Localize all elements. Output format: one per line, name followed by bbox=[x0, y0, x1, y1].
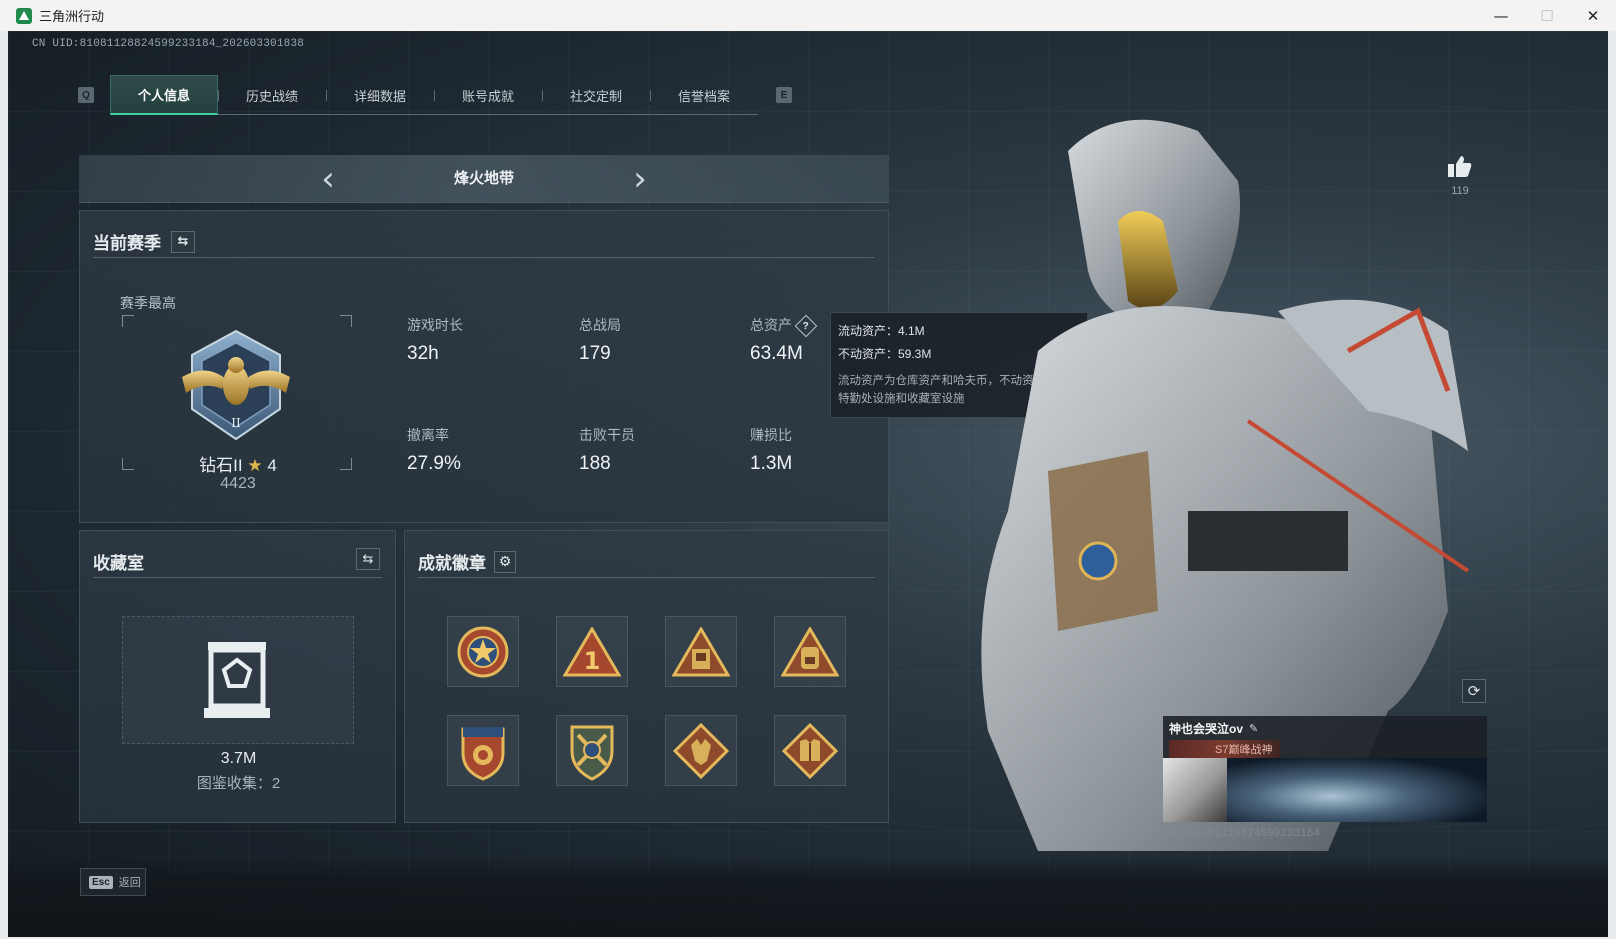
player-uid: 编号8108112882459923318​4 bbox=[1166, 828, 1321, 840]
divider bbox=[418, 577, 875, 578]
stat-value: 63.4M bbox=[750, 343, 803, 364]
rank-name-row: 钻石II ★ 4 bbox=[140, 451, 336, 476]
collection-room-panel: 收藏室 ⇆ 3.7M 图鉴收集：2 bbox=[79, 530, 396, 823]
e-key-hint[interactable]: E bbox=[776, 87, 792, 103]
collection-swap-icon[interactable]: ⇆ bbox=[356, 548, 380, 570]
tab-achievements[interactable]: 账号成就 bbox=[434, 75, 542, 115]
svg-text:1: 1 bbox=[584, 647, 601, 675]
svg-text:II: II bbox=[231, 416, 241, 430]
stat-value: 32h bbox=[407, 343, 439, 364]
stat-operators-defeated: 击败干员 188 bbox=[579, 425, 635, 475]
season-best-label: 赛季最高 bbox=[120, 295, 176, 311]
maximize-button[interactable]: ☐ bbox=[1524, 0, 1570, 31]
divider bbox=[93, 577, 382, 578]
window-titlebar: 三角洲行动 — ☐ ✕ bbox=[0, 0, 1616, 31]
stat-value: 1.3M bbox=[750, 453, 793, 474]
close-button[interactable]: ✕ bbox=[1570, 0, 1616, 31]
player-card[interactable]: 神也会哭泣ov ✎ S7巅峰战神 bbox=[1163, 716, 1487, 822]
help-icon[interactable]: ? bbox=[794, 314, 818, 338]
tab-bar: Q 个人信息 历史战绩 详细数据 账号成就 社交定制 信誉档案 E bbox=[78, 75, 792, 115]
badge-vault-icon[interactable] bbox=[665, 616, 737, 687]
collection-value: 3.7M bbox=[220, 750, 257, 767]
like-count: 119 bbox=[1451, 185, 1469, 197]
rank-star-icon: ★ bbox=[247, 456, 263, 475]
stat-play-time: 游戏时长 32h bbox=[407, 315, 463, 365]
rank-star-count: 4 bbox=[267, 456, 277, 475]
badge-backpack-icon[interactable] bbox=[774, 616, 846, 687]
current-season-panel: 当前赛季 ⇆ 赛季最高 II 钻石II ★ 4 4423 游戏时长 32h 总战… bbox=[79, 210, 889, 523]
next-mode-button[interactable]: › bbox=[625, 155, 655, 203]
window-controls: — ☐ ✕ bbox=[1478, 0, 1616, 31]
stat-label-row: 总资产? bbox=[750, 314, 818, 338]
badges-title-row: 成就徽章 ⚙ bbox=[418, 549, 516, 574]
stat-profit-loss-ratio: 赚损比 1.3M bbox=[750, 425, 792, 475]
badge-vest-icon[interactable] bbox=[774, 715, 846, 786]
refresh-icon[interactable]: ⟳ bbox=[1462, 679, 1486, 703]
badges-title: 成就徽章 bbox=[418, 554, 486, 573]
badge-rank-one-icon[interactable]: 1 bbox=[556, 616, 628, 687]
player-name-row: 神也会哭泣ov ✎ bbox=[1169, 720, 1481, 737]
season-title-row: 当前赛季 ⇆ bbox=[93, 229, 195, 254]
back-button[interactable]: Esc 返回 bbox=[80, 868, 146, 896]
tab-reputation[interactable]: 信誉档案 bbox=[650, 75, 758, 115]
rank-score: 4423 bbox=[220, 475, 256, 492]
season-title: 当前赛季 bbox=[93, 234, 161, 253]
stat-label: 游戏时长 bbox=[407, 317, 463, 333]
player-title-badge: S7巅峰战神 bbox=[1169, 740, 1281, 758]
mode-selector: ‹ 烽火地带 › bbox=[79, 155, 889, 203]
tab-strip: 个人信息 历史战绩 详细数据 账号成就 社交定制 信誉档案 bbox=[110, 75, 758, 115]
like-widget[interactable]: 119 bbox=[1440, 154, 1480, 197]
stat-total-assets: 总资产? 63.4M bbox=[750, 314, 818, 365]
stat-label: 击败干员 bbox=[579, 427, 635, 443]
diamond-rank-emblem-icon: II bbox=[182, 329, 290, 441]
achievement-badges-panel: 成就徽章 ⚙ 1 bbox=[404, 530, 889, 823]
minimize-button[interactable]: — bbox=[1478, 0, 1524, 31]
tab-detailed-data[interactable]: 详细数据 bbox=[326, 75, 434, 115]
player-card-images bbox=[1163, 758, 1487, 822]
stat-value: 27.9% bbox=[407, 453, 461, 474]
stat-label: 赚损比 bbox=[750, 427, 792, 443]
bottom-bar bbox=[8, 857, 1608, 937]
uid-label: CN UID:8108112882459923318​4_20260330183… bbox=[32, 38, 305, 50]
back-label: 返回 bbox=[118, 877, 141, 889]
badge-stars-shield-icon[interactable] bbox=[447, 715, 519, 786]
season-swap-icon[interactable]: ⇆ bbox=[171, 230, 195, 253]
tab-history[interactable]: 历史战绩 bbox=[218, 75, 326, 115]
stat-label: 撤离率 bbox=[407, 427, 449, 443]
avatar[interactable] bbox=[1163, 758, 1227, 822]
tab-personal-info[interactable]: 个人信息 bbox=[110, 75, 218, 115]
thumbs-up-icon[interactable] bbox=[1447, 154, 1473, 178]
tab-social[interactable]: 社交定制 bbox=[542, 75, 650, 115]
app-logo-icon bbox=[16, 7, 32, 24]
gear-icon[interactable]: ⚙ bbox=[494, 550, 516, 573]
stat-total-matches: 总战局 179 bbox=[579, 315, 621, 365]
q-key-hint[interactable]: Q bbox=[78, 87, 94, 103]
stat-label: 总资产 bbox=[750, 317, 792, 333]
stat-value: 179 bbox=[579, 343, 611, 364]
badge-crossed-shield-icon[interactable] bbox=[556, 715, 628, 786]
badge-star-medal-icon[interactable] bbox=[447, 616, 519, 687]
badge-wolf-icon[interactable] bbox=[665, 715, 737, 786]
edit-pencil-icon[interactable]: ✎ bbox=[1249, 722, 1258, 735]
player-name: 神也会哭泣ov bbox=[1169, 722, 1244, 736]
divider bbox=[93, 257, 875, 258]
esc-key-hint: Esc bbox=[89, 875, 113, 889]
prev-mode-button[interactable]: ‹ bbox=[313, 155, 343, 203]
collection-count: 图鉴收集：2 bbox=[196, 775, 281, 792]
display-case-icon bbox=[204, 642, 270, 718]
collection-title: 收藏室 bbox=[93, 554, 144, 573]
game-viewport: CN UID:8108112882459923318​4_20260330183… bbox=[8, 31, 1608, 937]
player-card-header: 神也会哭泣ov ✎ S7巅峰战神 bbox=[1163, 716, 1487, 758]
window-title: 三角洲行动 bbox=[39, 9, 105, 24]
rank-name: 钻石II bbox=[199, 456, 243, 475]
stat-extraction-rate: 撤离率 27.9% bbox=[407, 425, 461, 475]
stat-label: 总战局 bbox=[579, 317, 621, 333]
player-banner[interactable] bbox=[1227, 758, 1487, 822]
mode-title: 烽火地带 bbox=[453, 170, 514, 187]
stat-value: 188 bbox=[579, 453, 611, 474]
